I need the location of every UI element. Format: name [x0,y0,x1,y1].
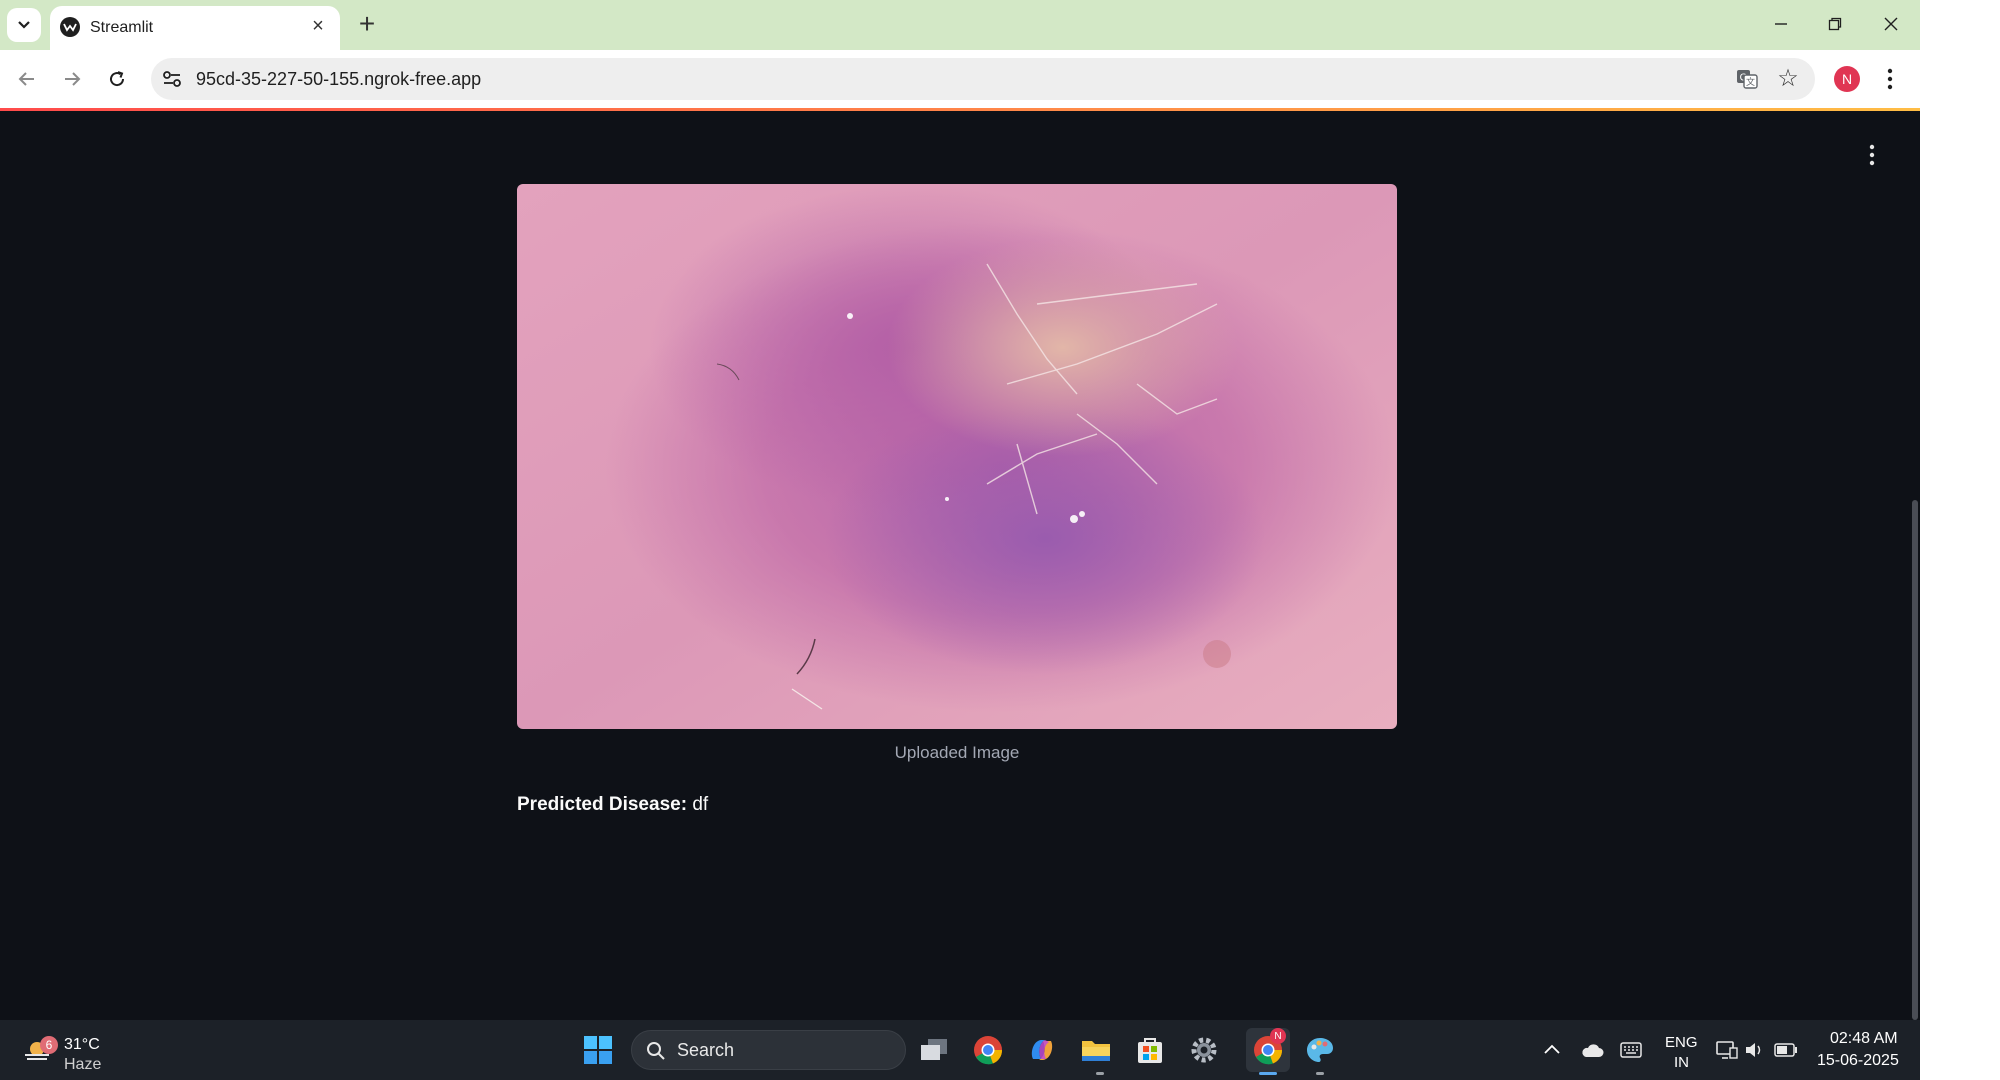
language-code[interactable]: ENG [1665,1034,1698,1051]
search-placeholder: Search [677,1040,735,1060]
explorer-running-indicator [1096,1072,1104,1075]
uploaded-skin-image [517,184,1397,729]
onedrive-cloud-icon[interactable] [1580,1042,1604,1058]
chrome-icon [974,1036,1003,1065]
streamlit-favicon-icon [60,17,80,37]
translate-icon[interactable]: G文 [1735,67,1759,91]
language-region[interactable]: IN [1674,1054,1689,1071]
browser-tab[interactable]: Streamlit × [50,6,340,50]
tab-title: Streamlit [90,19,154,36]
taskbar-chrome-profile-button[interactable]: N [1246,1028,1290,1072]
tab-search-button[interactable] [7,8,41,42]
restore-button[interactable] [1808,4,1862,44]
copilot-button[interactable] [1024,1032,1060,1068]
start-button[interactable] [580,1032,616,1068]
reload-icon [110,71,125,87]
close-icon [1884,17,1898,31]
url-text[interactable]: 95cd-35-227-50-155.ngrok-free.app [196,69,481,90]
browser-menu-icon[interactable] [1880,64,1900,94]
bookmark-star-icon[interactable]: ☆ [1775,66,1801,92]
folder-icon [1082,1041,1110,1061]
svg-text:文: 文 [1746,76,1755,88]
network-icon[interactable] [1716,1040,1738,1060]
taskbar-chrome-button[interactable] [970,1032,1006,1068]
browser-toolbar: 95cd-35-227-50-155.ngrok-free.app G文 ☆ N [0,50,1920,108]
palette-icon [1307,1038,1333,1062]
task-view-button[interactable] [916,1032,952,1068]
chevron-up-icon[interactable] [1543,1042,1561,1056]
address-bar[interactable]: 95cd-35-227-50-155.ngrok-free.app G文 ☆ [151,58,1815,100]
site-settings-icon[interactable] [161,68,183,90]
paint-app-button[interactable] [1302,1032,1338,1068]
volume-icon[interactable] [1744,1040,1764,1060]
back-button[interactable] [10,62,44,96]
settings-button[interactable] [1186,1032,1222,1068]
profile-avatar[interactable]: N [1834,66,1860,92]
prediction-value: df [692,794,709,815]
windows-taskbar: 6 31°C Haze Search N ENG IN 02:48 AM 15-… [0,1020,1920,1080]
temperature: 31°C [64,1036,100,1053]
close-window-button[interactable] [1864,4,1918,44]
weather-alert-badge: 6 [40,1036,58,1054]
forward-arrow-icon [65,72,81,86]
back-arrow-icon [18,72,34,86]
clock-date[interactable]: 15-06-2025 [1817,1052,1899,1070]
store-icon [1138,1038,1162,1063]
prediction-label: Predicted Disease: [517,794,688,815]
taskbar-search[interactable]: Search [631,1030,906,1070]
screen: Streamlit × + 95cd-35-227-50-155.ngrok-f… [0,0,1920,1080]
prediction-result: Predicted Disease: df [517,794,708,816]
windows-logo-icon [584,1036,612,1064]
close-tab-icon[interactable]: × [306,14,330,38]
task-view-icon [921,1039,947,1060]
clock-time[interactable]: 02:48 AM [1830,1030,1898,1048]
restore-icon [1828,17,1842,31]
app-main-menu-icon[interactable] [1860,140,1884,170]
chevron-down-icon [18,21,30,29]
gear-icon [1191,1037,1217,1063]
keyboard-icon[interactable] [1620,1042,1642,1058]
weather-widget[interactable]: 6 31°C Haze [22,1028,142,1073]
search-icon [647,1042,665,1060]
image-caption: Uploaded Image [894,743,1020,762]
battery-icon[interactable] [1774,1043,1798,1057]
browser-tab-strip: Streamlit × + [0,0,1920,50]
paint-running-indicator [1316,1072,1324,1075]
copilot-icon [1031,1040,1053,1060]
chrome-profile-badge: N [1270,1028,1286,1044]
file-explorer-button[interactable] [1078,1032,1114,1068]
page-scrollbar[interactable] [1912,500,1918,1020]
streamlit-header-decoration [0,108,1920,111]
minimize-icon [1775,23,1787,25]
new-tab-button[interactable]: + [352,8,382,39]
microsoft-store-button[interactable] [1132,1032,1168,1068]
chrome-active-indicator [1259,1072,1277,1075]
blank-margin [1920,0,2000,1080]
minimize-button[interactable] [1754,4,1808,44]
reload-button[interactable] [100,62,134,96]
forward-button[interactable] [55,62,89,96]
weather-condition: Haze [64,1056,102,1073]
